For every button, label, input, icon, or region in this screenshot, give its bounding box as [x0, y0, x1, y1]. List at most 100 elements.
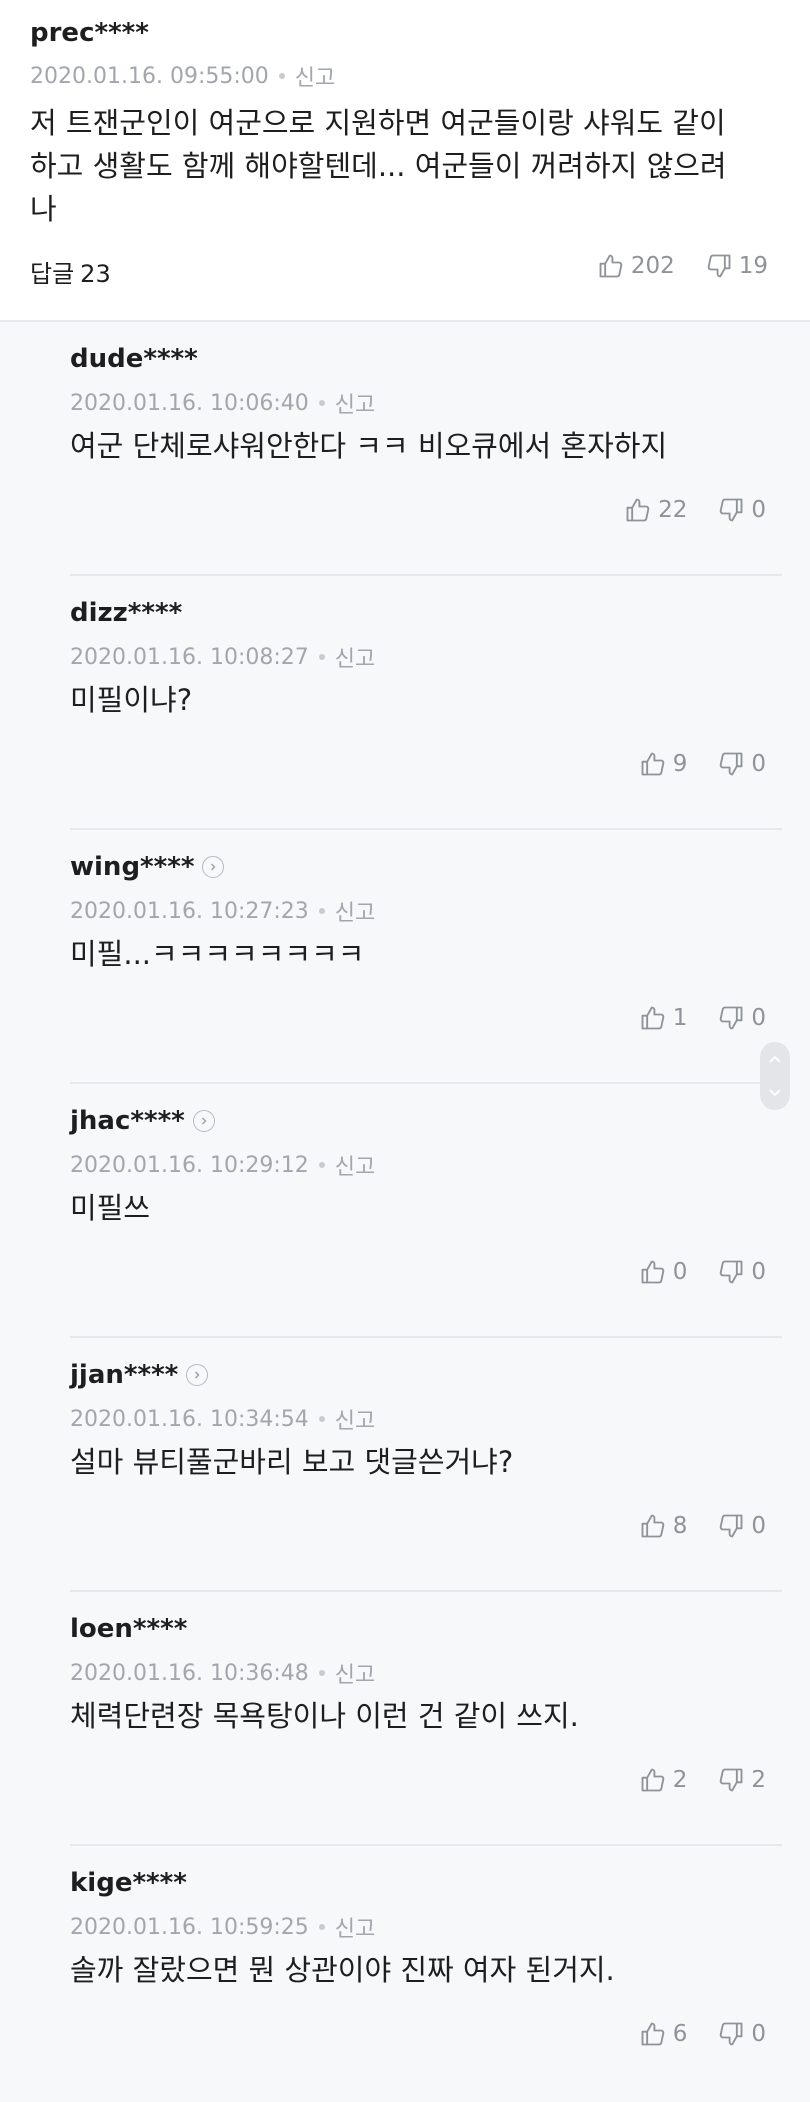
username-text[interactable]: dizz**** [70, 598, 182, 628]
dislike-button[interactable]: 0 [717, 750, 766, 778]
dislike-count: 0 [751, 751, 766, 777]
like-button[interactable]: 0 [639, 1258, 687, 1286]
reply-item: dizz**** 2020.01.16. 10:08:27 신고 미필이냐? 9… [70, 576, 782, 830]
reply-item: kige**** 2020.01.16. 10:59:25 신고 솔까 잘랐으면… [70, 1846, 782, 2100]
vote-actions: 9 0 [639, 750, 766, 778]
username-text[interactable]: dude**** [70, 344, 198, 374]
separator-dot [318, 1924, 325, 1930]
dislike-button[interactable]: 19 [705, 252, 768, 280]
reply-body: 미필이냐? [70, 683, 193, 717]
dislike-button[interactable]: 0 [717, 496, 766, 524]
reply-label: 답글 [30, 260, 75, 288]
scroll-nav-handle[interactable] [760, 1042, 790, 1110]
username-text[interactable]: loen**** [70, 1614, 187, 1644]
dislike-button[interactable]: 0 [717, 2020, 766, 2048]
reply-item: wing**** 2020.01.16. 10:27:23 신고 미필...ㅋㅋ… [70, 830, 782, 1084]
dislike-count: 19 [738, 253, 768, 279]
vote-actions: 2 2 [639, 1766, 766, 1794]
like-count: 1 [672, 1005, 688, 1031]
reply-meta: 2020.01.16. 10:27:23 신고 [70, 895, 375, 927]
like-count: 8 [672, 1513, 688, 1539]
comment-date: 2020.01.16. 09:55:00 [30, 63, 269, 89]
reply-body: 설마 뷰티풀군바리 보고 댓글쓴거냐? [70, 1445, 514, 1479]
reply-item: jjan**** 2020.01.16. 10:34:54 신고 설마 뷰티풀군… [70, 1338, 782, 1592]
thumbs-down-icon [720, 498, 743, 522]
like-count: 22 [658, 497, 688, 523]
like-button[interactable]: 202 [597, 252, 675, 280]
thumbs-up-icon [599, 254, 623, 278]
thumbs-up-icon [641, 2022, 664, 2046]
comment-line: 나 [30, 192, 57, 226]
profile-arrow-icon[interactable] [192, 1110, 215, 1132]
like-button[interactable]: 2 [639, 1766, 688, 1794]
username-text[interactable]: kige**** [70, 1868, 187, 1898]
reply-username[interactable]: jjan**** [70, 1360, 209, 1390]
comment-username[interactable]: prec**** [30, 18, 149, 48]
reply-date: 2020.01.16. 10:29:12 [70, 1152, 309, 1178]
reply-username[interactable]: jhac**** [70, 1106, 215, 1136]
reply-date: 2020.01.16. 10:08:27 [70, 644, 309, 670]
profile-arrow-icon[interactable] [202, 856, 225, 878]
vote-actions: 202 19 [597, 252, 768, 280]
reply-username[interactable]: kige**** [70, 1868, 187, 1898]
dislike-button[interactable]: 0 [717, 1512, 766, 1540]
vote-actions: 8 0 [639, 1512, 766, 1540]
vote-actions: 1 0 [639, 1004, 766, 1032]
dislike-button[interactable]: 0 [717, 1258, 766, 1286]
thumbs-down-icon [720, 1006, 743, 1030]
reply-date: 2020.01.16. 10:59:25 [70, 1914, 309, 1940]
chevron-up-icon[interactable] [768, 1054, 782, 1064]
reply-username[interactable]: wing**** [70, 852, 225, 882]
comment-line: 하고 생활도 함께 해야할텐데... 여군들이 꺼려하지 않으려 [30, 149, 727, 183]
reply-body: 솔까 잘랐으면 뭔 상관이야 진짜 여자 된거지. [70, 1953, 615, 1987]
dislike-count: 0 [751, 1513, 766, 1539]
username-text[interactable]: jhac**** [70, 1106, 185, 1136]
username-text[interactable]: wing**** [70, 852, 194, 882]
username-text[interactable]: jjan**** [70, 1360, 178, 1390]
report-button[interactable]: 신고 [335, 895, 375, 927]
like-count: 6 [672, 2021, 688, 2047]
reply-toggle-button[interactable]: 답글 23 [30, 254, 111, 289]
report-button[interactable]: 신고 [335, 1911, 375, 1943]
like-count: 2 [672, 1767, 688, 1793]
chevron-down-icon[interactable] [768, 1088, 782, 1098]
reply-body: 체력단련장 목욕탕이나 이런 건 같이 쓰지. [70, 1699, 579, 1733]
reply-meta: 2020.01.16. 10:06:40 신고 [70, 387, 375, 419]
separator-dot [318, 1670, 325, 1676]
vote-actions: 22 0 [624, 496, 766, 524]
like-button[interactable]: 22 [624, 496, 687, 524]
reply-username[interactable]: dude**** [70, 344, 198, 374]
report-button[interactable]: 신고 [335, 1149, 375, 1181]
report-button[interactable]: 신고 [335, 1403, 375, 1435]
thumbs-up-icon [641, 752, 664, 776]
like-button[interactable]: 8 [639, 1512, 688, 1540]
like-button[interactable]: 6 [639, 2020, 688, 2048]
reply-date: 2020.01.16. 10:34:54 [70, 1406, 309, 1432]
like-button[interactable]: 1 [639, 1004, 688, 1032]
profile-arrow-icon[interactable] [186, 1364, 209, 1386]
dislike-button[interactable]: 0 [717, 1004, 766, 1032]
comment-line: 저 트잰군인이 여군으로 지원하면 여군들이랑 샤워도 같이 [30, 106, 726, 140]
report-button[interactable]: 신고 [335, 387, 375, 419]
separator-dot [318, 1162, 325, 1168]
like-button[interactable]: 9 [639, 750, 687, 778]
reply-meta: 2020.01.16. 10:59:25 신고 [70, 1911, 375, 1943]
reply-username[interactable]: dizz**** [70, 598, 182, 628]
reply-meta: 2020.01.16. 10:36:48 신고 [70, 1657, 375, 1689]
reply-count: 23 [80, 260, 111, 288]
thumbs-down-icon [720, 752, 743, 776]
report-button[interactable]: 신고 [335, 641, 375, 673]
username-text[interactable]: prec**** [30, 18, 149, 48]
reply-username[interactable]: loen**** [70, 1614, 187, 1644]
report-button[interactable]: 신고 [295, 60, 335, 92]
dislike-count: 0 [751, 1005, 766, 1031]
vote-actions: 0 0 [639, 1258, 766, 1286]
dislike-count: 0 [751, 2021, 766, 2047]
comment-body: 저 트잰군인이 여군으로 지원하면 여군들이랑 샤워도 같이 하고 생활도 함께… [30, 102, 727, 231]
reply-date: 2020.01.16. 10:36:48 [70, 1660, 309, 1686]
dislike-button[interactable]: 2 [717, 1766, 766, 1794]
thumbs-down-icon [720, 2022, 743, 2046]
report-button[interactable]: 신고 [335, 1657, 375, 1689]
separator-dot [318, 400, 325, 406]
thumbs-down-icon [720, 1260, 743, 1284]
